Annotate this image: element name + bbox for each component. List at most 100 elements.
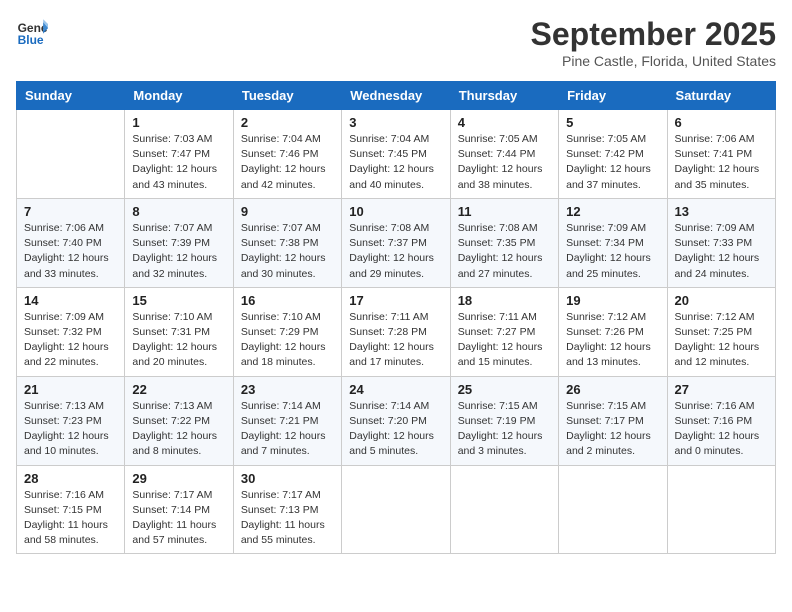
logo: General Blue	[16, 16, 48, 48]
day-number: 6	[675, 115, 768, 130]
weekday-header: Monday	[125, 82, 233, 110]
day-info: Sunrise: 7:15 AM Sunset: 7:19 PM Dayligh…	[458, 399, 551, 460]
calendar-cell: 4 Sunrise: 7:05 AM Sunset: 7:44 PM Daylig…	[450, 110, 558, 199]
day-number: 15	[132, 293, 225, 308]
day-info: Sunrise: 7:10 AM Sunset: 7:29 PM Dayligh…	[241, 310, 334, 371]
day-info: Sunrise: 7:10 AM Sunset: 7:31 PM Dayligh…	[132, 310, 225, 371]
calendar-cell	[667, 465, 775, 554]
calendar-cell: 18Sunrise: 7:11 AM Sunset: 7:27 PM Dayli…	[450, 287, 558, 376]
day-number: 17	[349, 293, 442, 308]
month-title: September 2025	[531, 16, 776, 53]
day-info: Sunrise: 7:12 AM Sunset: 7:26 PM Dayligh…	[566, 310, 659, 371]
logo-icon: General Blue	[16, 16, 48, 48]
calendar-cell: 22Sunrise: 7:13 AM Sunset: 7:22 PM Dayli…	[125, 376, 233, 465]
day-number: 30	[241, 471, 334, 486]
title-block: September 2025 Pine Castle, Florida, Uni…	[531, 16, 776, 69]
day-info: Sunrise: 7:09 AM Sunset: 7:32 PM Dayligh…	[24, 310, 117, 371]
day-number: 21	[24, 382, 117, 397]
calendar-cell: 7 Sunrise: 7:06 AM Sunset: 7:40 PM Daylig…	[17, 198, 125, 287]
day-number: 28	[24, 471, 117, 486]
day-info: Sunrise: 7:13 AM Sunset: 7:23 PM Dayligh…	[24, 399, 117, 460]
weekday-header: Saturday	[667, 82, 775, 110]
day-number: 7	[24, 204, 117, 219]
calendar-cell: 16 Sunrise: 7:10 AM Sunset: 7:29 PM Dayli…	[233, 287, 341, 376]
day-info: Sunrise: 7:16 AM Sunset: 7:15 PM Dayligh…	[24, 488, 117, 549]
day-number: 26	[566, 382, 659, 397]
calendar-cell: 13 Sunrise: 7:09 AM Sunset: 7:33 PM Dayli…	[667, 198, 775, 287]
calendar-cell: 10Sunrise: 7:08 AM Sunset: 7:37 PM Dayli…	[342, 198, 450, 287]
day-info: Sunrise: 7:13 AM Sunset: 7:22 PM Dayligh…	[132, 399, 225, 460]
calendar-cell: 17Sunrise: 7:11 AM Sunset: 7:28 PM Dayli…	[342, 287, 450, 376]
day-info: Sunrise: 7:05 AM Sunset: 7:42 PM Dayligh…	[566, 132, 659, 193]
day-info: Sunrise: 7:08 AM Sunset: 7:35 PM Dayligh…	[458, 221, 551, 282]
day-info: Sunrise: 7:14 AM Sunset: 7:20 PM Dayligh…	[349, 399, 442, 460]
calendar-cell: 14 Sunrise: 7:09 AM Sunset: 7:32 PM Dayli…	[17, 287, 125, 376]
day-info: Sunrise: 7:16 AM Sunset: 7:16 PM Dayligh…	[675, 399, 768, 460]
day-info: Sunrise: 7:07 AM Sunset: 7:39 PM Dayligh…	[132, 221, 225, 282]
header-row: SundayMondayTuesdayWednesdayThursdayFrid…	[17, 82, 776, 110]
calendar-cell: 12 Sunrise: 7:09 AM Sunset: 7:34 PM Dayli…	[559, 198, 667, 287]
calendar-cell	[17, 110, 125, 199]
weekday-header: Tuesday	[233, 82, 341, 110]
calendar-cell: 27Sunrise: 7:16 AM Sunset: 7:16 PM Dayli…	[667, 376, 775, 465]
calendar-cell: 9 Sunrise: 7:07 AM Sunset: 7:38 PM Daylig…	[233, 198, 341, 287]
day-info: Sunrise: 7:09 AM Sunset: 7:34 PM Dayligh…	[566, 221, 659, 282]
calendar-cell: 20 Sunrise: 7:12 AM Sunset: 7:25 PM Dayli…	[667, 287, 775, 376]
calendar-cell: 2 Sunrise: 7:04 AM Sunset: 7:46 PM Daylig…	[233, 110, 341, 199]
day-number: 24	[349, 382, 442, 397]
day-number: 3	[349, 115, 442, 130]
day-number: 12	[566, 204, 659, 219]
day-number: 4	[458, 115, 551, 130]
day-number: 19	[566, 293, 659, 308]
day-number: 23	[241, 382, 334, 397]
day-info: Sunrise: 7:06 AM Sunset: 7:40 PM Dayligh…	[24, 221, 117, 282]
calendar-cell: 28 Sunrise: 7:16 AM Sunset: 7:15 PM Dayli…	[17, 465, 125, 554]
calendar-cell: 6 Sunrise: 7:06 AM Sunset: 7:41 PM Daylig…	[667, 110, 775, 199]
weekday-header: Friday	[559, 82, 667, 110]
svg-text:Blue: Blue	[18, 33, 44, 47]
calendar-cell	[342, 465, 450, 554]
day-info: Sunrise: 7:12 AM Sunset: 7:25 PM Dayligh…	[675, 310, 768, 371]
calendar-week-row: 28 Sunrise: 7:16 AM Sunset: 7:15 PM Dayli…	[17, 465, 776, 554]
day-number: 8	[132, 204, 225, 219]
page-header: General Blue September 2025 Pine Castle,…	[16, 16, 776, 69]
day-info: Sunrise: 7:17 AM Sunset: 7:13 PM Dayligh…	[241, 488, 334, 549]
calendar-week-row: 21 Sunrise: 7:13 AM Sunset: 7:23 PM Dayli…	[17, 376, 776, 465]
day-number: 14	[24, 293, 117, 308]
weekday-header: Thursday	[450, 82, 558, 110]
calendar-cell	[450, 465, 558, 554]
weekday-header: Sunday	[17, 82, 125, 110]
day-info: Sunrise: 7:17 AM Sunset: 7:14 PM Dayligh…	[132, 488, 225, 549]
day-number: 2	[241, 115, 334, 130]
day-info: Sunrise: 7:04 AM Sunset: 7:45 PM Dayligh…	[349, 132, 442, 193]
calendar-week-row: 7 Sunrise: 7:06 AM Sunset: 7:40 PM Daylig…	[17, 198, 776, 287]
calendar-cell: 23 Sunrise: 7:14 AM Sunset: 7:21 PM Dayli…	[233, 376, 341, 465]
calendar-table: SundayMondayTuesdayWednesdayThursdayFrid…	[16, 81, 776, 554]
day-number: 9	[241, 204, 334, 219]
calendar-cell: 29 Sunrise: 7:17 AM Sunset: 7:14 PM Dayli…	[125, 465, 233, 554]
day-info: Sunrise: 7:04 AM Sunset: 7:46 PM Dayligh…	[241, 132, 334, 193]
day-info: Sunrise: 7:14 AM Sunset: 7:21 PM Dayligh…	[241, 399, 334, 460]
weekday-header: Wednesday	[342, 82, 450, 110]
day-number: 29	[132, 471, 225, 486]
day-number: 13	[675, 204, 768, 219]
day-info: Sunrise: 7:11 AM Sunset: 7:27 PM Dayligh…	[458, 310, 551, 371]
calendar-cell: 30 Sunrise: 7:17 AM Sunset: 7:13 PM Dayli…	[233, 465, 341, 554]
calendar-cell: 8 Sunrise: 7:07 AM Sunset: 7:39 PM Daylig…	[125, 198, 233, 287]
day-info: Sunrise: 7:15 AM Sunset: 7:17 PM Dayligh…	[566, 399, 659, 460]
calendar-cell: 1Sunrise: 7:03 AM Sunset: 7:47 PM Daylig…	[125, 110, 233, 199]
day-info: Sunrise: 7:08 AM Sunset: 7:37 PM Dayligh…	[349, 221, 442, 282]
day-info: Sunrise: 7:09 AM Sunset: 7:33 PM Dayligh…	[675, 221, 768, 282]
day-number: 16	[241, 293, 334, 308]
day-info: Sunrise: 7:07 AM Sunset: 7:38 PM Dayligh…	[241, 221, 334, 282]
calendar-cell: 11 Sunrise: 7:08 AM Sunset: 7:35 PM Dayli…	[450, 198, 558, 287]
day-info: Sunrise: 7:06 AM Sunset: 7:41 PM Dayligh…	[675, 132, 768, 193]
day-number: 11	[458, 204, 551, 219]
calendar-cell: 19 Sunrise: 7:12 AM Sunset: 7:26 PM Dayli…	[559, 287, 667, 376]
calendar-cell: 26 Sunrise: 7:15 AM Sunset: 7:17 PM Dayli…	[559, 376, 667, 465]
day-number: 20	[675, 293, 768, 308]
calendar-cell: 25Sunrise: 7:15 AM Sunset: 7:19 PM Dayli…	[450, 376, 558, 465]
day-number: 1	[132, 115, 225, 130]
day-info: Sunrise: 7:05 AM Sunset: 7:44 PM Dayligh…	[458, 132, 551, 193]
day-number: 5	[566, 115, 659, 130]
